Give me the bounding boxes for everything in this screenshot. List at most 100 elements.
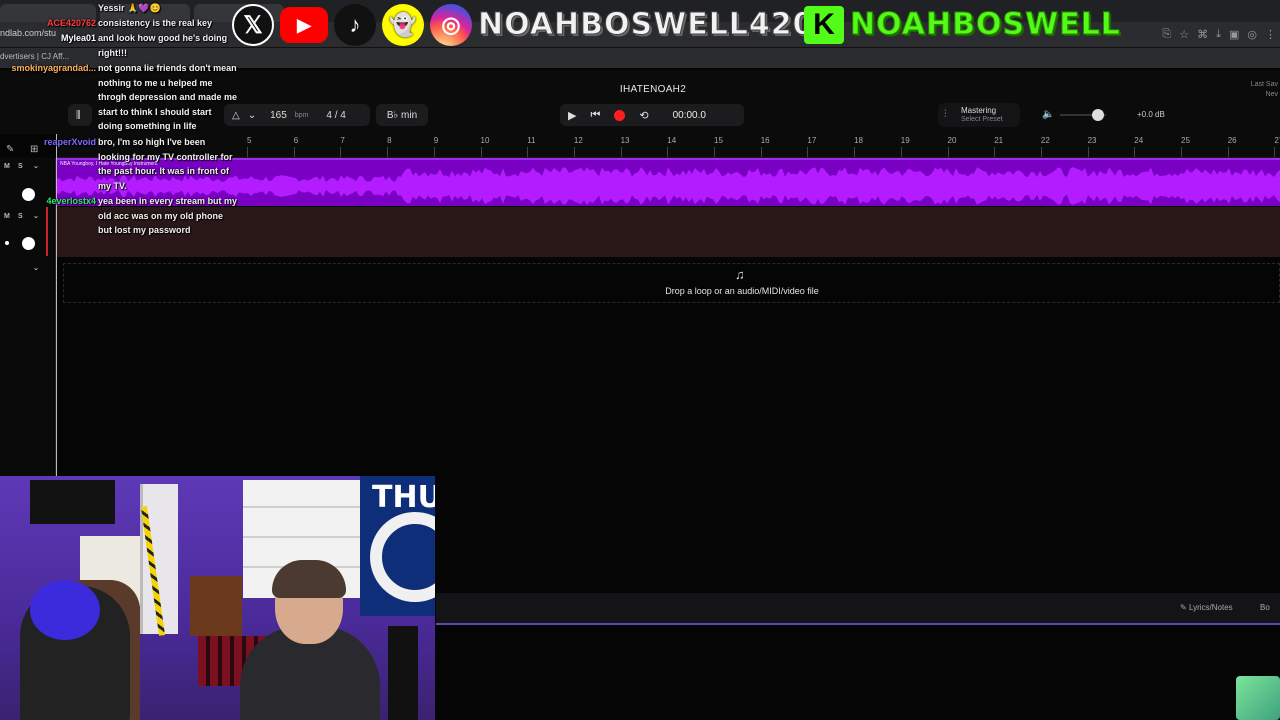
instagram-logo-icon: ◎ [430,4,472,46]
lyrics-notes-label: Lyrics/Notes [1188,603,1233,612]
ruler-tick: 20 [947,136,957,157]
drop-zone-text: Drop a loop or an audio/MIDI/video file [665,286,819,296]
chevron-down-icon[interactable]: ⌄ [33,162,39,170]
bottom-right-button[interactable]: Bo [1260,603,1270,612]
emote-image [1236,676,1280,720]
selected-track-marker [46,207,48,256]
tiktok-logo-icon: ♪ [334,4,376,46]
ruler-tick: 8 [387,136,392,157]
chat-username: ACE420762 [0,16,96,31]
chat-username: reaperXvoid [0,135,96,150]
social-banner: 𝕏 ▶ ♪ 👻 ◎ NOAHBOSWELL420 [232,2,815,48]
transport: ▶ ⏮ ⟲ 00:00.0 [560,104,744,126]
bpm-value[interactable]: 165 [270,110,287,121]
profile-icon[interactable]: ◎ [1247,28,1257,41]
chevron-down-icon[interactable]: ⌄ [248,110,256,121]
webcam-feed: THU [0,476,435,720]
key-value: B♭ min [386,109,418,121]
ruler-tick: 15 [714,136,723,157]
sidepanel-icon[interactable]: ▣ [1229,28,1239,41]
ruler-tick: 24 [1134,136,1144,157]
microphone-image [388,626,418,720]
mute-button[interactable]: M [4,163,10,170]
drop-zone[interactable] [63,263,1280,303]
blind-slat [243,506,361,508]
mastering-preset: Select Preset [961,116,1003,123]
kick-handle: NOAHBOSWELL [850,7,1121,43]
speaker-icon[interactable]: 🔈 [1042,109,1054,120]
time-signature[interactable]: 4 / 4 [326,110,345,121]
person-left-hair [30,580,100,640]
empty-track-lane[interactable] [56,207,1280,257]
dresser-image [190,576,242,636]
bottom-right-label: Bo [1260,603,1270,612]
mute-button[interactable]: M [4,213,10,220]
ruler-tick: 11 [527,136,536,157]
tv-image [30,480,115,524]
timecode: 00:00.0 [672,109,706,121]
menu-icon[interactable]: ⋮ [1265,28,1276,41]
chat-username-text: 4everlostx4 [46,196,96,206]
music-note-plus-icon: ♫ [735,267,745,282]
ruler-tick: 16 [760,136,770,157]
ruler-tick: 18 [854,136,863,157]
waveform [56,167,1280,205]
ruler-tick: 26 [1227,136,1237,157]
chat-username-text: smokinyagrandad... [11,63,96,73]
solo-button[interactable]: S [18,163,23,170]
ruler-tick: 19 [900,136,910,157]
record-arm-icon[interactable] [5,241,9,245]
mastering-label: Mastering [961,106,997,115]
chevron-down-icon[interactable]: ⌄ [33,212,39,220]
volume-slider-thumb[interactable] [1092,109,1104,121]
ruler-tick: 22 [1040,136,1050,157]
track-header-2: M S ⌄ [0,207,56,256]
solo-button[interactable]: S [18,213,23,220]
chat-text: not gonna lie friends don't mean nothing… [98,63,238,132]
chat-username: 4everlostx4 [0,194,96,209]
browser-toolbar: ⎘ ☆ ⌘ ⤓ ▣ ◎ ⋮ [1162,28,1276,41]
chat-username-text: reaperXvoid [43,137,96,147]
youtube-logo-icon: ▶ [280,7,328,43]
ruler-tick: 12 [573,136,583,157]
chat-username: smokinyagrandad... [0,61,96,76]
playhead[interactable] [56,134,57,478]
chat-text: bro, I'm so high I've been looking for m… [98,137,233,191]
timeline-ruler[interactable]: 5 6 7 8 9 10 11 12 13 14 15 16 17 18 19 20 21 22 23 24 25 26 2… [56,134,1280,158]
mixer-icon: ⫼ [76,109,81,121]
tempo-group: △ ⌄ 165 bpm 4 / 4 [224,104,370,126]
volume-db: +0.0 dB [1137,110,1165,119]
ruler-tick: 10 [480,136,490,157]
install-icon[interactable]: ⎘ [1162,28,1171,41]
skip-back-icon[interactable]: ⏮ [590,109,600,122]
ruler-tick: 13 [620,136,630,157]
chat-username-text: Mylea01 [60,33,96,43]
last-saved-sub: Nev [1265,91,1278,98]
extensions-icon[interactable]: ⌘ [1197,28,1208,41]
chat-username: Mylea01 [0,31,96,46]
audio-clip[interactable]: NBA Youngboy, I Hate Youngboy Instrument [56,158,1280,206]
star-icon[interactable]: ☆ [1179,28,1189,41]
chat-username-text: ACE420762 [46,18,96,28]
loop-icon[interactable]: ⟲ [639,109,648,122]
play-icon[interactable]: ▶ [568,109,576,122]
chevron-down-icon[interactable]: ⌄ [33,264,39,272]
x-logo-icon: 𝕏 [232,4,274,46]
instagram-handle: NOAHBOSWELL420 [478,7,815,43]
mixer-toggle-button[interactable]: ⫼ [68,104,92,126]
ruler-tick: 9 [433,136,439,157]
ruler-tick: 17 [807,136,817,157]
ruler-tick: 5 [247,136,252,157]
mastering-button[interactable]: ⫶ Mastering Select Preset [938,103,1020,127]
lyrics-notes-button[interactable]: ✎ Lyrics/Notes [1180,603,1233,612]
bookmark-item[interactable]: dvertisers | CJ Aff... [0,52,69,61]
record-button[interactable] [614,109,626,121]
chat-text: yea been in every stream but my old acc … [98,196,238,236]
volume-knob[interactable] [22,237,35,250]
thunder-logo-text: THU [372,480,435,515]
screen: ndlab.com/stu ⎘ ☆ ⌘ ⤓ ▣ ◎ ⋮ dvertisers |… [0,0,1280,720]
key-selector[interactable]: B♭ min [376,104,428,126]
chat-text: consistency is the real key [98,18,213,28]
chat-text: and look how good he's doing right!!! [98,33,228,58]
download-icon[interactable]: ⤓ [1216,28,1221,41]
